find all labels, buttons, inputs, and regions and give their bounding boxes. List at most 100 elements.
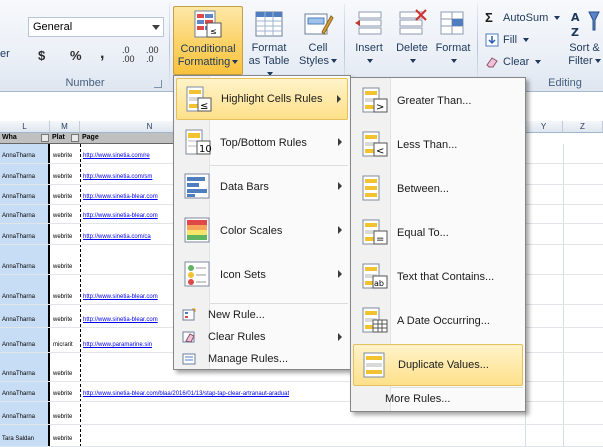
chevron-down-icon [330,59,337,64]
cf-menu-item-label: Color Scales [220,225,283,237]
cell-plat[interactable]: micrarit [53,341,79,349]
currency-button[interactable]: $ [38,48,45,63]
hc-menu-item-less-than[interactable]: < Less Than... [353,124,523,166]
comma-style-button[interactable]: , [100,45,104,63]
cell-who[interactable]: AnnaTharna [2,173,48,181]
cell-plat[interactable]: webrite [53,413,79,421]
autosum-button[interactable]: Σ AutoSum [485,9,561,27]
number-launcher-icon[interactable] [154,80,162,88]
cell-plat[interactable]: webrite [53,173,79,181]
hc-menu-item-label: Greater Than... [397,95,472,107]
cf-menu-item-data-bars[interactable]: Data Bars [176,166,348,208]
cell-who[interactable]: AnnaTharna [2,316,48,324]
grid-line [0,424,603,425]
header-cell-plat[interactable]: Plat [50,133,80,144]
format-cells-icon [437,8,469,40]
editing-group-label: Editing [548,77,582,89]
sort-filter-button[interactable]: A Z Sort & Filter [566,6,603,75]
icon-sets-icon [182,259,212,289]
cell-plat[interactable]: webrite [53,316,79,324]
greater-than-icon: > [359,85,389,115]
submenu-arrow-icon [338,270,342,278]
svg-text:10: 10 [199,144,212,155]
cell-plat[interactable]: webrite [53,193,79,201]
format-as-table-button[interactable]: Format as Table [245,6,293,77]
svg-text:A: A [571,11,580,24]
cell-who[interactable]: AnnaTharna [2,263,48,271]
fill-down-icon [485,33,499,47]
fill-button[interactable]: Fill [485,31,530,49]
insert-label: Insert [355,42,383,54]
delete-label: Delete [396,42,428,54]
column-header-m[interactable]: M [50,121,80,133]
cell-who[interactable]: Tara Saldan [2,435,48,443]
cell-plat[interactable]: webrite [53,435,79,443]
cell-who[interactable]: AnnaTharna [2,370,48,378]
column-header-l[interactable]: L [0,121,50,133]
cell-plat[interactable]: webrite [53,233,79,241]
format-button[interactable]: Format [433,6,473,75]
cell-page-link[interactable]: http://www.sinetia-blear.com [83,316,175,324]
hc-menu-item-greater-than[interactable]: > Greater Than... [353,80,523,122]
header-cell-page[interactable]: Page [80,133,180,144]
cell-styles-button[interactable]: Cell Styles [295,6,341,75]
cf-menu-item-color-scales[interactable]: Color Scales [176,210,348,252]
hc-menu-item-equal-to[interactable]: = Equal To... [353,212,523,254]
hc-menu-item-between[interactable]: Between... [353,168,523,210]
percent-button[interactable]: % [70,48,82,63]
filter-dropdown-icon[interactable] [71,134,79,142]
more-rules-item[interactable]: More Rules... [353,388,523,410]
cell-who[interactable]: AnnaTharna [2,341,48,349]
cell-page-link[interactable]: http://www.sinetia.com/re [83,152,175,160]
hc-menu-item-a-date-occurring[interactable]: A Date Occurring... [353,300,523,342]
cell-page-link[interactable]: http://www.paramarine.sin [83,341,175,349]
filter-dropdown-icon[interactable] [41,134,49,142]
cell-who[interactable]: AnnaTharna [2,212,48,220]
number-format-dropdown[interactable]: General [28,17,164,37]
partial-group-label: er [0,48,10,60]
cell-page-link[interactable]: http://www.sinetia.com/ca [83,233,175,241]
cell-who[interactable]: AnnaTharna [2,193,48,201]
cell-who[interactable]: AnnaTharna [2,390,48,398]
cf-menu-item-label: Icon Sets [220,269,266,281]
clear-button[interactable]: Clear [485,53,542,71]
clear-rules-item[interactable]: Clear Rules [176,326,348,348]
cell-page-link[interactable]: http://www.sinetia-blear.com [83,293,175,301]
cell-page-link[interactable]: http://www.sinetia-blear.com [83,193,175,201]
cf-menu-item-highlight-cells-rules[interactable]: ≤ Highlight Cells Rules [176,78,348,120]
cell-plat[interactable]: webrite [53,390,79,398]
cell-page-link[interactable]: http://www.sinetia.com/sm [83,173,175,181]
decrease-decimal-button[interactable]: .00 .0 [146,46,159,64]
cell-plat[interactable]: webrite [53,293,79,301]
conditional-formatting-button[interactable]: ≤ Conditional Formatting [173,6,243,75]
cell-plat[interactable]: webrite [53,152,79,160]
date-occurring-icon [359,305,389,335]
insert-button[interactable]: Insert [348,6,390,75]
cf-menu-item-top-bottom-rules[interactable]: 10 Top/Bottom Rules [176,122,348,164]
hc-menu-item-text-that-contains[interactable]: ab Text that Contains... [353,256,523,298]
new-rule-item[interactable]: New Rule... [176,304,348,326]
sigma-icon: Σ [485,10,493,25]
cell-styles-icon [302,8,334,40]
cell-plat[interactable]: webrite [53,212,79,220]
cell-who[interactable]: AnnaTharna [2,413,48,421]
column-header-z[interactable]: Z [563,121,603,133]
column-header-y[interactable]: Y [525,121,563,133]
conditional-formatting-line2: Formatting [177,56,231,68]
cell-plat[interactable]: webrite [53,370,79,378]
cell-page-link[interactable]: http://www.sinetia-blear.com [83,212,175,220]
delete-button[interactable]: Delete [391,6,433,75]
cell-who[interactable]: AnnaTharna [2,152,48,160]
format-as-table-line2: as Table [248,55,290,67]
group-separator [169,4,170,90]
hc-menu-item-duplicate-values[interactable]: Duplicate Values... [353,344,523,386]
cell-plat[interactable]: webrite [53,263,79,271]
cf-menu-item-icon-sets[interactable]: Icon Sets [176,254,348,296]
cell-who[interactable]: AnnaTharna [2,233,48,241]
manage-rules-item[interactable]: Manage Rules... [176,348,348,370]
header-cell-who[interactable]: Wha [0,133,50,144]
increase-decimal-button[interactable]: .0 .00 [122,46,135,64]
cell-who[interactable]: AnnaTharna [2,293,48,301]
conditional-formatting-menu: ≤ Highlight Cells Rules 10 Top/Bottom Rules… [173,75,351,370]
cf-menu-item-label: Top/Bottom Rules [220,137,307,149]
